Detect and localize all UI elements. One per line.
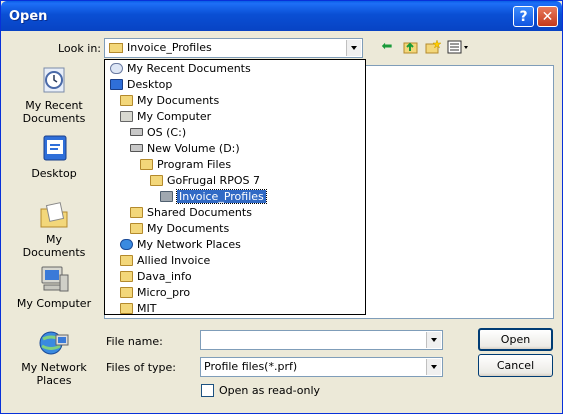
- place-my-computer[interactable]: My Computer: [15, 263, 93, 310]
- network-icon: [120, 239, 133, 250]
- read-only-checkbox[interactable]: [201, 384, 214, 397]
- folder-open-icon: [160, 191, 173, 202]
- folder-icon: [130, 207, 143, 218]
- cancel-button[interactable]: Cancel: [478, 354, 553, 377]
- look-in-combo[interactable]: Invoice_Profiles: [104, 38, 363, 58]
- folder-icon: [120, 287, 133, 298]
- my-documents-icon: [38, 199, 70, 231]
- desktop-icon: [38, 133, 70, 165]
- folder-icon: [140, 159, 153, 170]
- folder-icon: [120, 271, 133, 282]
- drive-icon: [130, 144, 143, 152]
- look-in-dropdown-arrow[interactable]: [346, 40, 361, 56]
- open-dialog: Open ? ✕ Look in: Invoice_Profiles ⬅ My …: [0, 0, 563, 414]
- look-in-dropdown-list[interactable]: My Recent Documents Desktop My Documents…: [104, 59, 366, 315]
- files-of-type-select[interactable]: Profile files(*.prf): [200, 357, 443, 377]
- place-my-documents[interactable]: My Documents: [15, 199, 93, 259]
- folder-icon: [150, 175, 163, 186]
- place-label: My Documents: [22, 233, 86, 259]
- look-in-value: Invoice_Profiles: [127, 41, 212, 54]
- dropdown-item-desktop[interactable]: Desktop: [110, 77, 172, 93]
- computer-icon: [120, 111, 133, 122]
- files-of-type-label: Files of type:: [106, 361, 177, 374]
- drive-icon: [130, 128, 143, 136]
- look-in-label: Look in:: [58, 42, 101, 55]
- open-button[interactable]: Open: [478, 328, 553, 351]
- dropdown-item-allied-invoice[interactable]: Allied Invoice: [120, 253, 210, 269]
- dropdown-item-gofrugal-rpos[interactable]: GoFrugal RPOS 7: [150, 173, 260, 189]
- place-label: My Computer: [16, 297, 92, 310]
- place-desktop[interactable]: Desktop: [15, 133, 93, 180]
- dropdown-item-program-files[interactable]: Program Files: [140, 157, 231, 173]
- dropdown-item-os-c[interactable]: OS (C:): [130, 125, 186, 141]
- window-title: Open: [9, 9, 48, 24]
- file-name-input[interactable]: [200, 330, 443, 350]
- place-network-places[interactable]: My Network Places: [15, 327, 93, 387]
- place-label: My Recent Documents: [22, 99, 86, 125]
- dropdown-item-invoice-profiles[interactable]: Invoice_Profiles: [160, 189, 267, 205]
- place-label: Desktop: [31, 167, 77, 180]
- places-bar: My Recent Documents Desktop My Documents…: [15, 65, 93, 395]
- view-menu-icon[interactable]: [447, 39, 471, 55]
- dropdown-item-my-documents-2[interactable]: My Documents: [130, 221, 229, 237]
- dropdown-item-micro-pro[interactable]: Micro_pro: [120, 285, 190, 301]
- back-icon[interactable]: ⬅: [379, 39, 395, 55]
- folder-icon: [120, 95, 133, 106]
- files-of-type-dropdown-arrow[interactable]: [426, 359, 441, 375]
- dropdown-item-shared-documents[interactable]: Shared Documents: [130, 205, 252, 221]
- my-computer-icon: [38, 263, 70, 295]
- dropdown-item-new-volume-d[interactable]: New Volume (D:): [130, 141, 240, 157]
- read-only-label[interactable]: Open as read-only: [219, 384, 320, 397]
- up-folder-icon[interactable]: [403, 39, 419, 55]
- files-of-type-value: Profile files(*.prf): [204, 360, 298, 373]
- place-label: My Network Places: [21, 361, 87, 387]
- dropdown-item-mit[interactable]: MIT: [120, 301, 156, 317]
- help-button[interactable]: ?: [513, 6, 534, 27]
- dropdown-item-recent-documents[interactable]: My Recent Documents: [110, 61, 251, 77]
- dropdown-item-dava-info[interactable]: Dava_info: [120, 269, 192, 285]
- folder-icon: [130, 223, 143, 234]
- folder-icon: [109, 43, 123, 53]
- dropdown-item-my-computer[interactable]: My Computer: [120, 109, 211, 125]
- file-name-dropdown-arrow[interactable]: [426, 332, 441, 348]
- desktop-icon: [110, 79, 123, 90]
- network-places-icon: [38, 327, 70, 359]
- dropdown-item-my-documents[interactable]: My Documents: [120, 93, 219, 109]
- file-name-label: File name:: [106, 335, 163, 348]
- dropdown-item-network-places[interactable]: My Network Places: [120, 237, 241, 253]
- place-recent-documents[interactable]: My Recent Documents: [15, 65, 93, 125]
- title-bar[interactable]: Open ? ✕: [1, 1, 562, 31]
- folder-icon: [120, 303, 133, 314]
- recent-documents-icon: [110, 63, 123, 74]
- new-folder-icon[interactable]: [425, 39, 442, 55]
- folder-icon: [120, 255, 133, 266]
- recent-documents-icon: [38, 65, 70, 97]
- close-button[interactable]: ✕: [537, 6, 558, 27]
